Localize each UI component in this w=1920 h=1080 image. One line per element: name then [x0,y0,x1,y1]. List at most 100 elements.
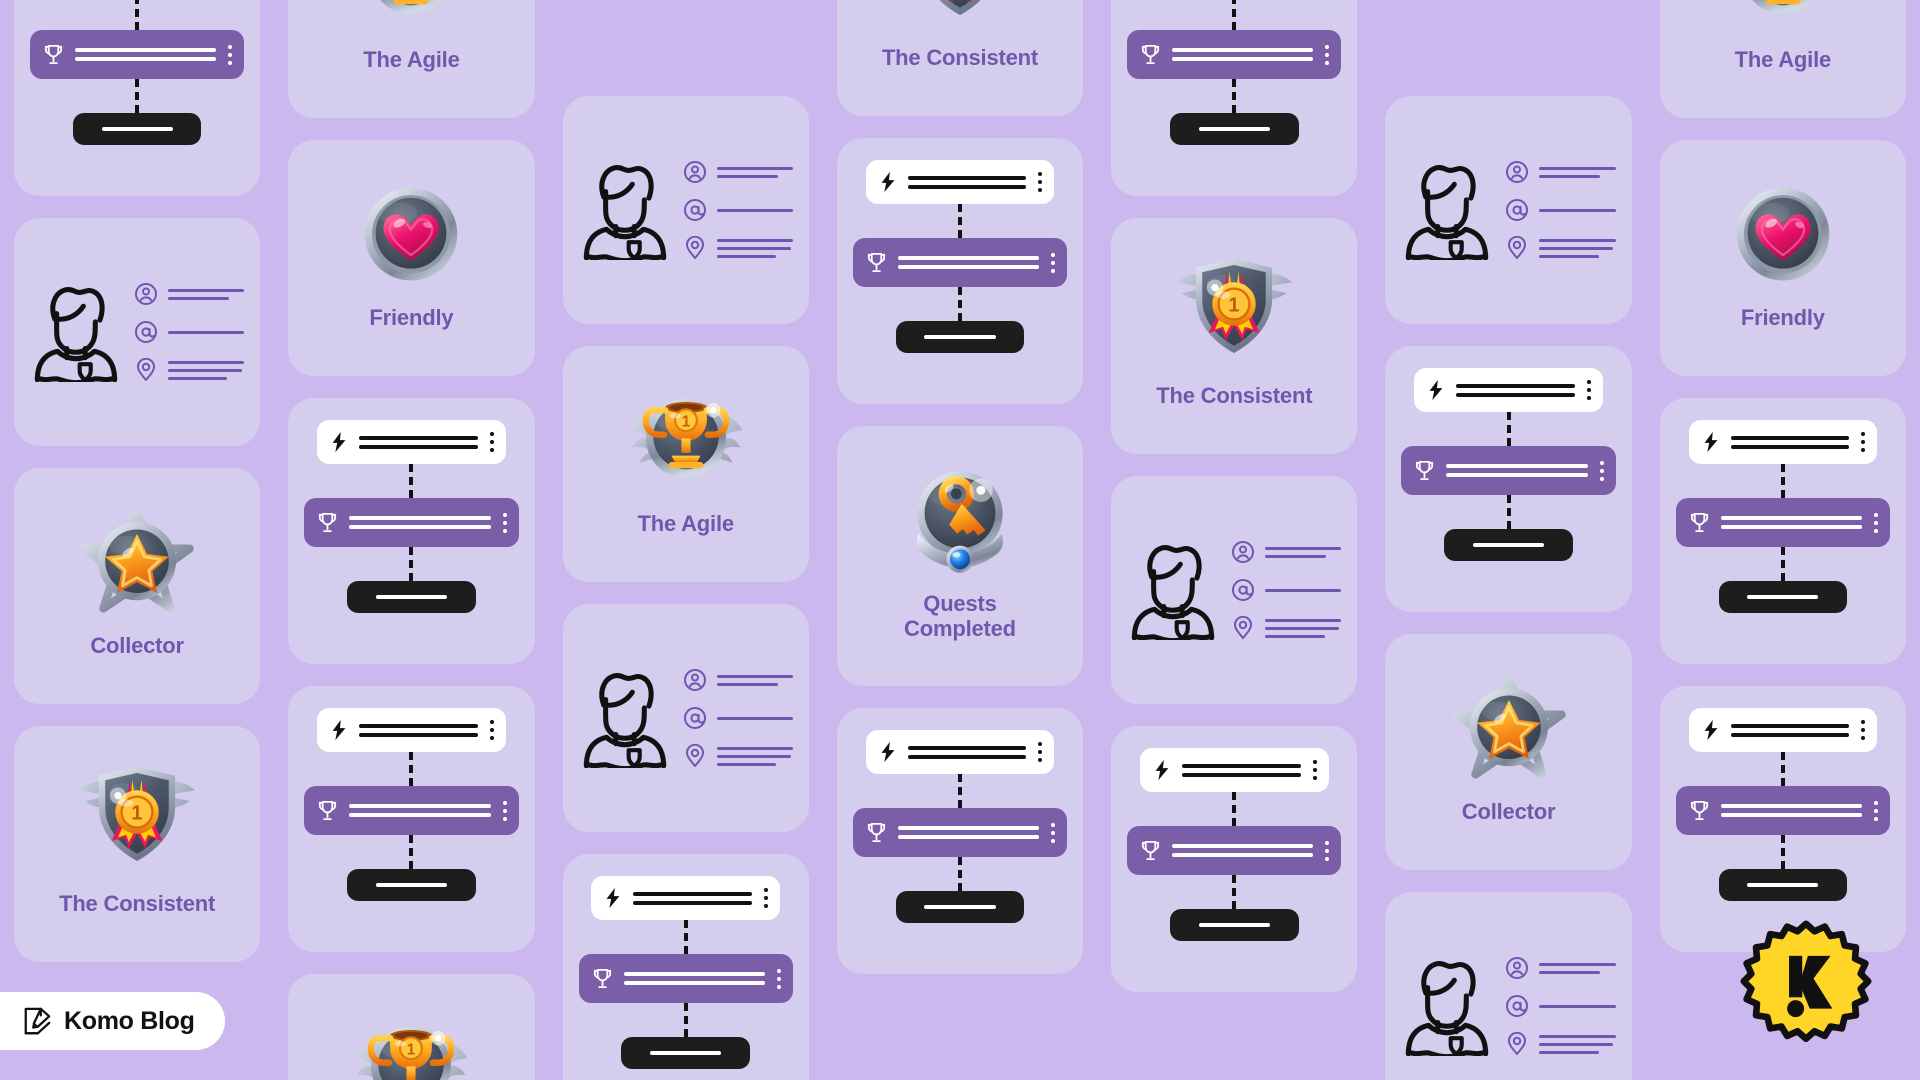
person-avatar-icon [1401,956,1493,1060]
flow-outcome-line [375,595,447,599]
flow-outcome-node[interactable] [1718,869,1848,901]
flow-card[interactable] [562,854,809,1080]
kebab-menu-icon[interactable] [226,44,233,65]
flow-connector [409,835,414,869]
flow-action-node[interactable] [578,954,793,1003]
flow-card[interactable] [288,398,535,664]
badge-card-agile[interactable]: 1 The Agile [288,974,535,1080]
profile-card[interactable] [1385,892,1632,1080]
flow-outcome-node[interactable] [347,869,476,901]
kebab-menu-icon[interactable] [1598,460,1604,481]
board-column-6: 1 The Agile Friendly [1646,0,1920,1080]
kebab-menu-icon[interactable] [1049,252,1056,273]
kebab-menu-icon[interactable] [775,968,781,989]
profile-card[interactable] [562,604,809,832]
kebab-menu-icon[interactable] [1036,742,1043,762]
flow-outcome-node[interactable] [621,1037,750,1069]
badge-card-agile[interactable]: 1 The Agile [288,0,535,118]
badge-card-collector[interactable]: Collector [1385,634,1632,870]
flow-card[interactable] [1111,726,1358,992]
flow-card[interactable] [1659,398,1906,664]
kebab-menu-icon[interactable] [762,888,768,908]
profile-card[interactable] [562,96,809,324]
flow-outcome-node[interactable] [347,581,476,613]
flow-card[interactable] [836,138,1084,404]
flow-outcome-node[interactable] [1718,581,1848,613]
flow-outcome-node[interactable] [1170,113,1299,145]
kebab-menu-icon[interactable] [1036,172,1043,192]
flow-outcome-node[interactable] [895,891,1025,923]
kebab-menu-icon[interactable] [501,800,507,821]
flow-trigger-lines [1730,435,1850,449]
badge-label: Quests Completed [904,590,1016,641]
flow-card[interactable] [1111,0,1358,196]
badge-card-consistent[interactable]: 1 The Consistent [1111,218,1358,454]
shield-wings-medal-icon: 1 [896,0,1024,35]
flow-card[interactable] [836,708,1084,974]
flow-action-node[interactable] [852,238,1068,287]
kebab-menu-icon[interactable] [1872,512,1878,533]
profile-card[interactable] [14,218,261,446]
flow-action-node[interactable] [30,30,245,79]
flow-action-node[interactable] [1675,498,1890,547]
badge-card-consistent[interactable]: 1 The Consistent [836,0,1084,116]
flow-action-node[interactable] [1127,826,1342,875]
flow-outcome-line [924,335,996,339]
flow-trigger-node[interactable] [317,420,506,464]
at-sign-icon [134,320,158,344]
kebab-menu-icon[interactable] [1311,760,1317,780]
flow-trigger-lines [359,723,478,737]
badge-card-agile[interactable]: 1 The Agile [562,346,809,582]
badge-label: Friendly [1740,305,1825,331]
flow-action-lines [897,256,1040,269]
flow-card[interactable] [1659,686,1906,952]
kebab-menu-icon[interactable] [488,432,494,452]
kebab-menu-icon[interactable] [488,720,494,740]
kebab-menu-icon[interactable] [1585,380,1591,400]
flow-card[interactable] [1385,346,1632,612]
flow-action-lines [623,972,765,985]
komo-blog-badge[interactable]: Komo Blog [0,992,225,1050]
badge-card-consistent[interactable]: 1 The Consistent [14,726,261,962]
kebab-menu-icon[interactable] [1859,720,1866,740]
badge-card-agile[interactable]: 1 The Agile [1659,0,1906,118]
flow-outcome-node[interactable] [1444,529,1573,561]
flow-action-node[interactable] [1127,30,1342,79]
profile-card[interactable] [1111,476,1358,704]
star-medallion-icon [1445,671,1573,789]
profile-card[interactable] [1385,96,1632,324]
badge-card-collector[interactable]: Collector [14,468,261,704]
flow-card[interactable] [14,0,261,196]
flow-outcome-node[interactable] [1170,909,1299,941]
kebab-menu-icon[interactable] [501,512,507,533]
flow-action-node[interactable] [304,498,519,547]
flow-action-node[interactable] [852,808,1068,857]
flow-trigger-node[interactable] [865,730,1055,774]
kebab-menu-icon[interactable] [1323,44,1330,65]
kebab-menu-icon[interactable] [1049,822,1056,843]
trophy-wings-medallion-icon: 1 [347,1011,475,1080]
flow-outcome-node[interactable] [72,113,202,145]
flow-trigger-node[interactable] [1140,748,1329,792]
flow-action-node[interactable] [304,786,519,835]
flow-action-lines [897,826,1040,839]
profile-row-lines [168,330,245,334]
flow-trigger-node[interactable] [591,876,780,920]
badge-card-friendly[interactable]: Friendly [1659,140,1906,376]
flow-trigger-node[interactable] [1688,708,1878,752]
flow-trigger-node[interactable] [865,160,1055,204]
kebab-menu-icon[interactable] [1323,840,1330,861]
badge-card-friendly[interactable]: Friendly [288,140,535,376]
flow-action-node[interactable] [1401,446,1616,495]
flow-trigger-node[interactable] [1688,420,1878,464]
komo-logo[interactable] [1740,920,1872,1052]
flow-outcome-node[interactable] [895,321,1025,353]
badge-card-quests[interactable]: Quests Completed [836,426,1084,686]
kebab-menu-icon[interactable] [1859,432,1866,452]
flow-action-lines [349,516,491,529]
flow-card[interactable] [288,686,535,952]
flow-trigger-node[interactable] [317,708,506,752]
kebab-menu-icon[interactable] [1872,800,1878,821]
flow-action-node[interactable] [1675,786,1890,835]
flow-trigger-node[interactable] [1414,368,1603,412]
